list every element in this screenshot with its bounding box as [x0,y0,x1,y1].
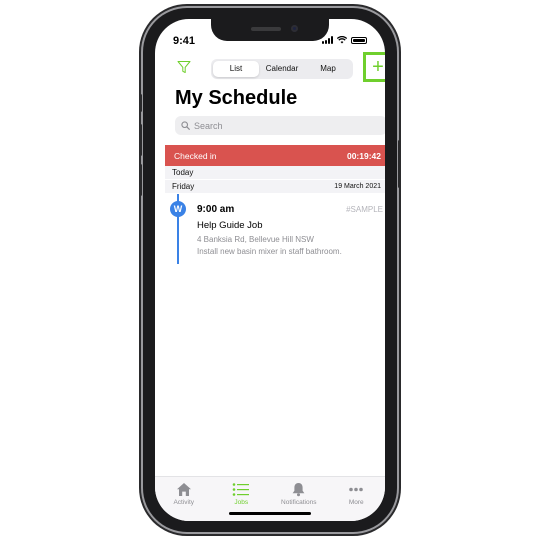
filter-icon[interactable] [177,60,191,74]
phone-frame: 9:41 List Calendar Map + My Schedule Sea… [139,8,401,532]
tab-label-notifications: Notifications [281,499,317,506]
volume-up-button [139,124,142,156]
power-button [398,140,401,188]
speaker [251,27,281,31]
checked-in-banner[interactable]: Checked in 00:19:42 [165,145,385,166]
view-segmented-control: List Calendar Map [211,59,353,79]
checkin-label: Checked in [174,150,217,161]
job-address: 4 Banksia Rd, Bellevue Hill NSW [197,235,314,244]
battery-icon [351,36,367,44]
search-bar[interactable] [175,116,385,135]
wifi-icon [337,36,347,44]
screen: 9:41 List Calendar Map + My Schedule Sea… [155,19,385,521]
tab-label-activity: Activity [173,499,195,506]
notch [211,19,329,41]
job-time: 9:00 am [197,204,235,215]
plus-icon: + [372,56,384,78]
front-camera [291,25,298,32]
job-list-item[interactable]: W 9:00 am #SAMPLE Help Guide Job 4 Banks… [165,194,385,265]
segment-calendar[interactable]: Calendar [259,61,305,77]
segment-map[interactable]: Map [305,61,351,77]
bell-icon [292,483,305,497]
page-title: My Schedule [175,87,298,109]
tab-label-jobs: Jobs [234,499,249,506]
search-input[interactable] [194,120,374,131]
list-empty-area [165,264,385,474]
list-icon [232,483,250,496]
tab-label-more: More [348,499,364,506]
status-time: 9:41 [173,35,196,47]
signal-icon [322,36,333,44]
mute-switch [139,94,142,112]
checkin-timer: 00:19:42 [346,150,381,161]
tab-more[interactable]: More [328,477,386,521]
job-tag: #SAMPLE [346,205,383,214]
add-job-button[interactable]: + [363,52,385,82]
section-date: 19 March 2021 [334,183,381,190]
section-header-today: Today [165,166,385,179]
section-label-friday: Friday [172,182,195,191]
segment-list[interactable]: List [213,61,259,77]
section-label-today: Today [172,168,194,177]
avatar: W [170,201,186,217]
more-dots-icon [349,487,364,492]
home-indicator[interactable] [229,512,311,515]
status-icons [322,36,367,44]
house-icon [176,483,191,496]
volume-down-button [139,164,142,196]
job-description: Install new basin mixer in staff bathroo… [197,247,342,256]
stage: 9:41 List Calendar Map + My Schedule Sea… [0,0,540,538]
job-title: Help Guide Job [197,220,263,231]
search-icon [181,121,190,130]
section-header-friday: Friday 19 March 2021 [165,180,385,193]
tab-activity[interactable]: Activity [155,477,213,521]
